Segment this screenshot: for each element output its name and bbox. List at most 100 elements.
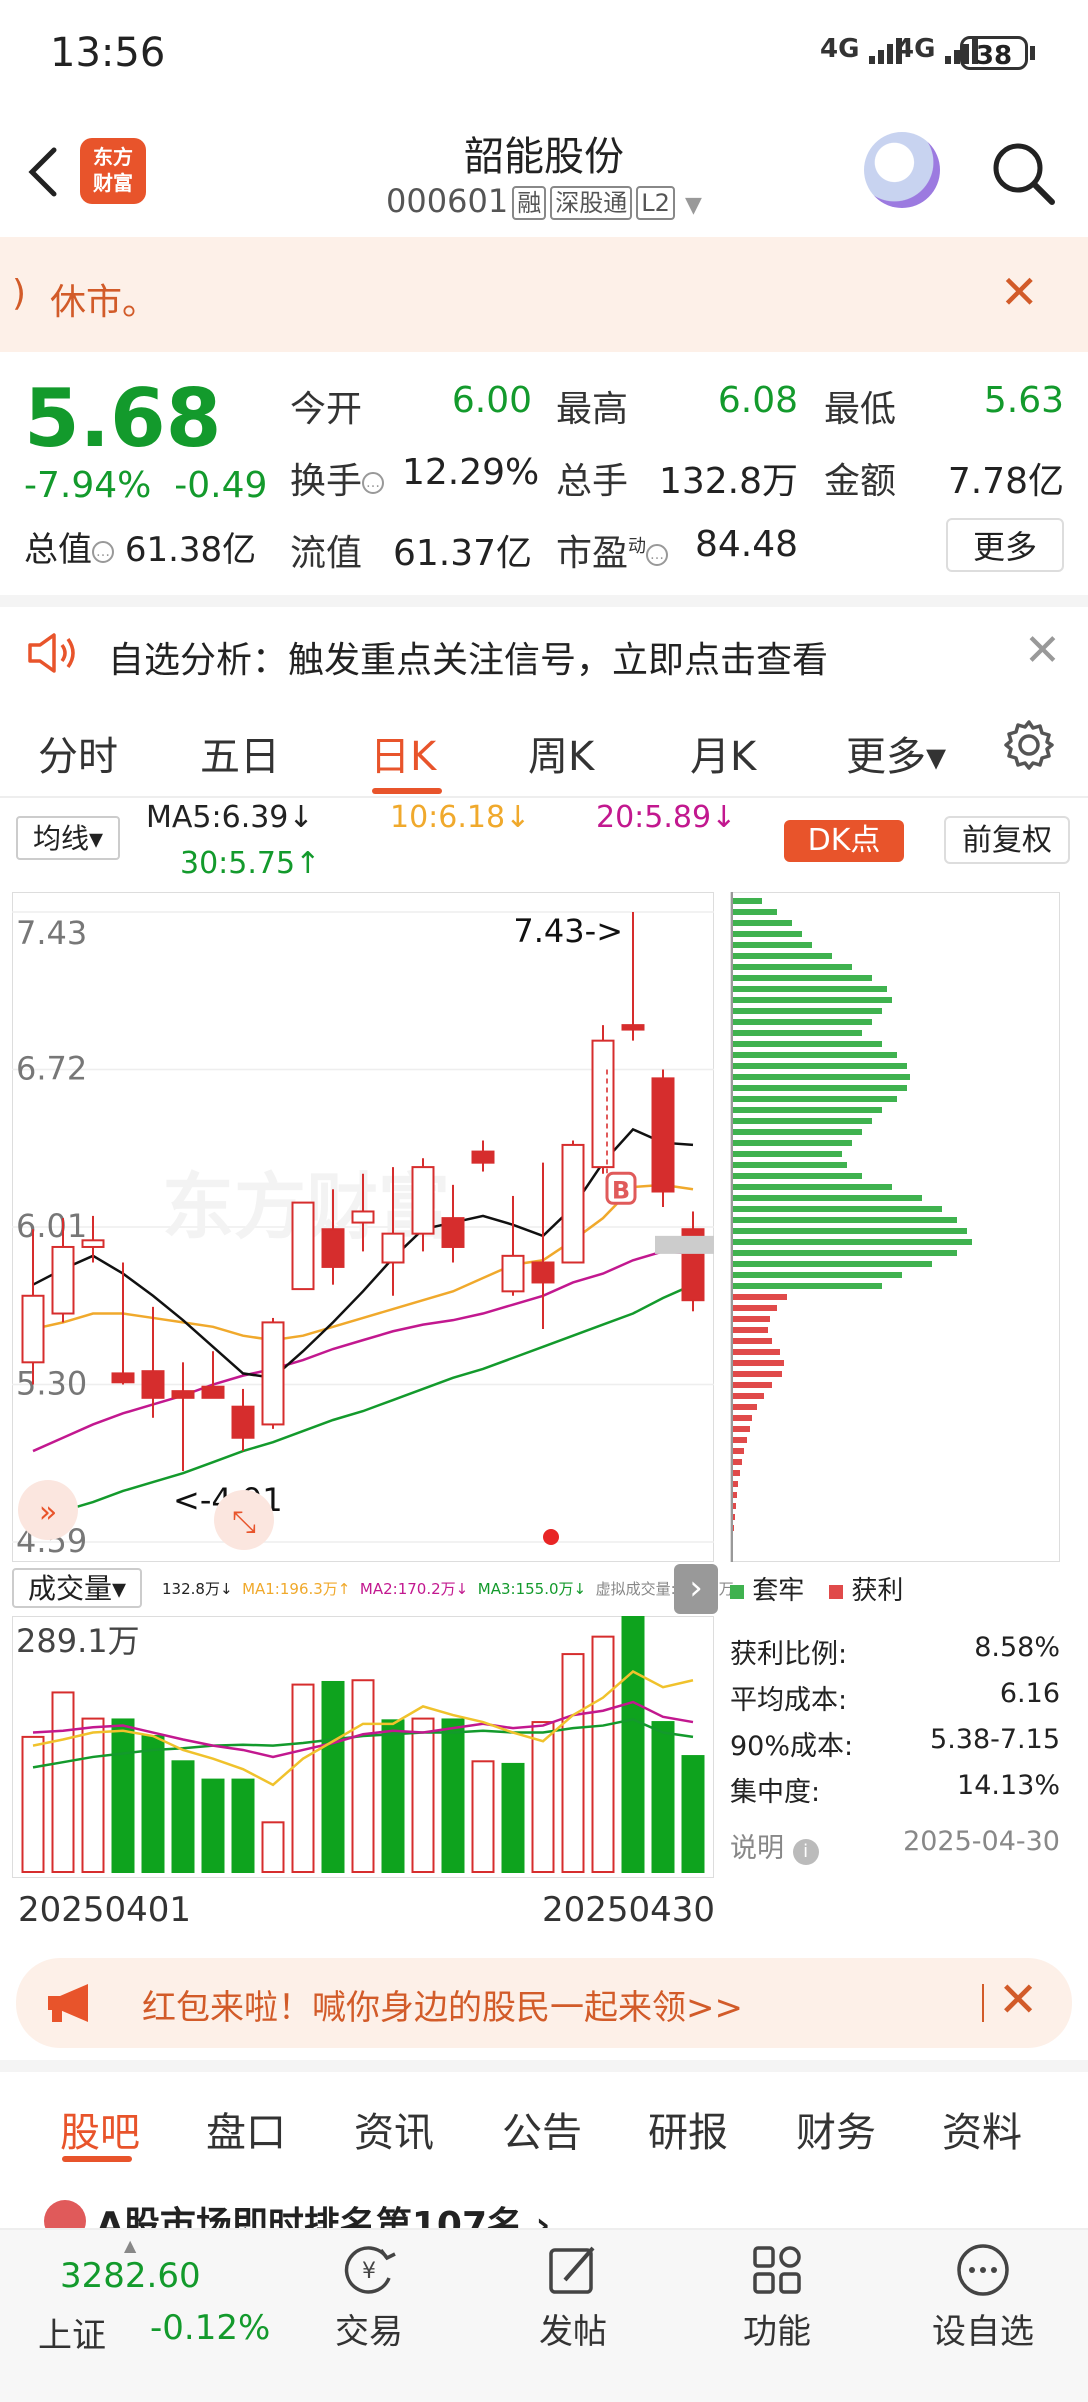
volume-selector-dropdown[interactable]: 成交量▾ <box>12 1568 142 1608</box>
tab-announcements[interactable]: 公告 <box>502 2100 582 2158</box>
candlestick-chart[interactable]: 7.436.726.015.304.59东方财富7.43-><-4.91B»⤡ <box>12 892 714 1562</box>
volume-bar <box>441 1718 465 1873</box>
chip-profit-bar <box>732 1470 740 1476</box>
open-label: 今开 <box>290 389 363 430</box>
chip-profit-bar <box>732 1426 750 1432</box>
chip-hold-bar <box>732 1173 862 1179</box>
turnover-value: 12.29% <box>402 452 540 493</box>
chip-hold-bar <box>732 1140 852 1146</box>
chip-hold-bar <box>732 986 887 992</box>
chip-stats-panel: 套牢 获利 获利比例: 8.58% 平均成本: 6.16 90%成本: 5.38-7.… <box>730 1570 1060 1880</box>
adjust-mode-button[interactable]: 前复权 <box>944 816 1070 864</box>
analysis-close-icon[interactable]: ✕ <box>1024 625 1061 676</box>
chip-hold-bar <box>732 1085 907 1091</box>
nav-post[interactable]: 发帖 <box>508 2240 638 2353</box>
today-dot <box>543 1529 559 1545</box>
index-value[interactable]: 3282.60 <box>60 2256 201 2296</box>
tab-pankou[interactable]: 盘口 <box>206 2100 286 2158</box>
red-packet-banner[interactable]: 红包来啦！喊你身边的股民一起来领>> ✕ <box>16 1958 1072 2048</box>
chip-profit-bar <box>732 1294 787 1300</box>
total-value: 总值… 61.38亿 <box>24 530 257 570</box>
robot-assistant-icon[interactable] <box>864 132 940 208</box>
more-button[interactable]: 更多 <box>946 518 1064 572</box>
candle-body <box>651 1077 675 1193</box>
chip-hold-bar <box>732 1151 842 1157</box>
caret-down-icon: ▼ <box>685 193 702 218</box>
clock: 13:56 <box>50 30 166 76</box>
chip-hold-bar <box>732 997 892 1003</box>
speaker-icon <box>28 633 75 673</box>
tab-news[interactable]: 资讯 <box>354 2100 434 2158</box>
chip-hold-bar <box>732 1074 910 1080</box>
notice-close-icon[interactable]: ✕ <box>1000 265 1039 319</box>
dk-point-button[interactable]: DK点 <box>784 820 904 862</box>
signal-icon-1: 4G <box>820 34 905 64</box>
volume-bar <box>501 1762 525 1873</box>
chip-hold-bar <box>732 1118 872 1124</box>
nav-add-watchlist[interactable]: 设自选 <box>918 2240 1048 2353</box>
float-label: 流值 <box>290 533 363 574</box>
pe-label: 市盈动… <box>556 524 669 576</box>
tab-five-day[interactable]: 五日 <box>200 724 280 782</box>
tab-monthly-k[interactable]: 月K <box>690 724 756 782</box>
volume-bar <box>621 1616 645 1873</box>
candle <box>591 1025 615 1174</box>
chip-profit-bar <box>732 1459 742 1465</box>
chip-note-row[interactable]: 说明 i 2025-04-30 <box>730 1826 1060 1865</box>
chip-hold-bar <box>732 1041 882 1047</box>
ma10-value: 10:6.18↓ <box>390 800 531 835</box>
ma5-value: MA5:6.39↓ <box>146 800 314 835</box>
watchlist-analysis-banner[interactable]: 自选分析：触发重点关注信号，立即点击查看 ✕ <box>0 595 1088 702</box>
candle-body <box>201 1385 225 1399</box>
volume-bar <box>171 1760 195 1873</box>
candle-body <box>231 1405 255 1439</box>
index-change[interactable]: -0.12% <box>150 2308 270 2348</box>
nav-trade[interactable]: ¥ 交易 <box>304 2240 434 2353</box>
candle-body <box>291 1201 315 1291</box>
status-bar: 13:56 4G 4G 38 <box>0 0 1088 110</box>
promo-close-icon[interactable]: ✕ <box>998 1972 1038 2028</box>
info-dot-icon: … <box>362 472 385 494</box>
tab-daily-k[interactable]: 日K <box>370 724 436 782</box>
volume-bar <box>681 1755 705 1873</box>
candle-body <box>111 1372 135 1384</box>
tab-research[interactable]: 研报 <box>648 2100 728 2158</box>
rank-row[interactable]: A股市场即时排名第107名 › <box>0 2162 1088 2232</box>
volume-chart[interactable]: 289.1万 <box>12 1616 714 1878</box>
candle-body <box>81 1239 105 1248</box>
avg-cost-row: 平均成本: 6.16 <box>730 1678 1060 1716</box>
market-closed-notice: ) 休市。 ✕ <box>0 237 1088 352</box>
candle-body <box>471 1150 495 1164</box>
moving-average-row: 均线▾ MA5:6.39↓ 10:6.18↓ 20:5.89↓ 30:5.75↑… <box>0 800 1088 890</box>
price-band <box>655 1235 714 1254</box>
volume-header: 成交量▾ 132.8万↓ MA1:196.3万↑ MA2:170.2万↓ MA3… <box>12 1564 734 1614</box>
tab-weekly-k[interactable]: 周K <box>528 724 594 782</box>
expand-arrow-icon[interactable]: › <box>674 1564 718 1614</box>
search-icon[interactable] <box>990 140 1056 206</box>
candle-body <box>441 1217 465 1248</box>
index-name[interactable]: 上证 <box>38 2308 106 2357</box>
ma-selector-dropdown[interactable]: 均线▾ <box>16 816 120 860</box>
chip-hold-bar <box>732 1063 907 1069</box>
tab-intraday[interactable]: 分时 <box>38 724 118 782</box>
candle-body <box>621 1024 645 1031</box>
volume-bar <box>141 1735 165 1874</box>
chip-hold-bar <box>732 1261 932 1267</box>
tab-guba[interactable]: 股吧 <box>60 2100 140 2158</box>
chip-hold-bar <box>732 1162 847 1168</box>
candle-body <box>141 1370 165 1399</box>
tab-profile[interactable]: 资料 <box>942 2100 1022 2158</box>
chip-profit-bar <box>732 1404 757 1410</box>
tab-finance[interactable]: 财务 <box>796 2100 876 2158</box>
low-value: 5.63 <box>983 380 1064 421</box>
chip-hold-bar <box>732 1107 882 1113</box>
nav-functions[interactable]: 功能 <box>712 2240 842 2353</box>
candle-body <box>261 1321 285 1426</box>
edit-icon <box>549 2246 595 2294</box>
chip-hold-bar <box>732 1239 972 1245</box>
chip-profit-bar <box>732 1316 770 1322</box>
settings-gear-icon[interactable] <box>1002 718 1056 772</box>
chip-hold-bar <box>732 953 832 959</box>
chip-profit-bar <box>732 1415 752 1421</box>
tab-more[interactable]: 更多▾ <box>846 724 946 782</box>
